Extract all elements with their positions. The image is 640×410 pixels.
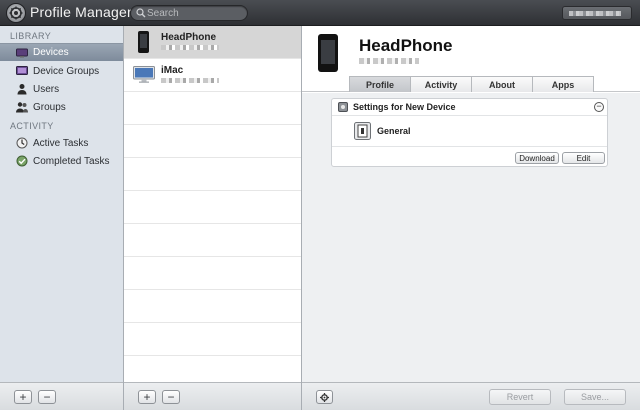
remove-button[interactable]: −: [38, 390, 56, 404]
account-menu-icon: [569, 11, 621, 16]
sidebar-item-label: Devices: [33, 47, 69, 58]
detail-footer: Revert Save...: [302, 382, 640, 410]
add-button[interactable]: +: [14, 390, 32, 404]
account-menu-button[interactable]: [562, 6, 632, 20]
settings-icon: [338, 102, 348, 112]
list-item-empty: [124, 323, 301, 356]
revert-button[interactable]: Revert: [489, 389, 551, 405]
device-name: iMac: [161, 65, 184, 76]
sidebar-item-label: Users: [33, 83, 60, 95]
device-detail-redacted: [161, 45, 219, 50]
sidebar-section-activity: ACTIVITY: [10, 121, 54, 131]
sidebar-item-active-tasks[interactable]: Active Tasks: [0, 134, 123, 152]
tab-bar: Profile Activity About Apps: [302, 76, 640, 92]
active-tasks-icon: [16, 137, 28, 149]
imac-icon: [133, 66, 155, 83]
completed-tasks-icon: [16, 155, 28, 167]
list-item-empty: [124, 92, 301, 125]
sidebar-footer: + −: [0, 382, 123, 410]
devices-icon: [16, 48, 28, 57]
device-detail: HeadPhone Profile Activity About Apps Se…: [302, 26, 640, 410]
device-detail-redacted: [359, 58, 419, 64]
settings-card-header: Settings for New Device −: [332, 99, 607, 116]
tab-apps[interactable]: Apps: [532, 76, 594, 92]
payload-general[interactable]: General: [332, 117, 607, 147]
profile-panel: Settings for New Device − General Downlo…: [302, 93, 640, 382]
list-item-empty: [124, 158, 301, 191]
profile-manager-logo-icon: [6, 3, 26, 23]
device-name: HeadPhone: [161, 32, 217, 43]
device-row-imac[interactable]: iMac: [124, 59, 301, 92]
sidebar-item-device-groups[interactable]: Device Groups: [0, 62, 123, 80]
iphone-icon: [138, 31, 149, 53]
payload-label: General: [377, 126, 411, 136]
groups-icon: [16, 102, 28, 113]
list-item-empty: [124, 290, 301, 323]
search-field[interactable]: [130, 5, 248, 21]
sidebar-item-devices[interactable]: Devices: [0, 43, 123, 61]
tab-about[interactable]: About: [471, 76, 533, 92]
list-item-empty: [124, 125, 301, 158]
add-device-button[interactable]: +: [138, 390, 156, 404]
gear-icon: [320, 392, 329, 402]
app-title: Profile Manager: [30, 4, 132, 20]
tab-profile[interactable]: Profile: [349, 76, 411, 92]
sidebar-item-groups[interactable]: Groups: [0, 98, 123, 116]
iphone-icon: [318, 34, 338, 72]
download-button[interactable]: Download: [515, 152, 559, 164]
sidebar: LIBRARY Devices Device Groups Users Grou…: [0, 26, 124, 410]
device-list-footer: + −: [124, 382, 301, 410]
sidebar-item-label: Completed Tasks: [33, 155, 110, 167]
list-item-empty: [124, 257, 301, 290]
search-input[interactable]: [147, 6, 243, 20]
device-list: HeadPhone iMac + −: [124, 26, 302, 410]
sidebar-item-label: Active Tasks: [33, 137, 89, 149]
sidebar-item-label: Device Groups: [33, 65, 100, 77]
collapse-button[interactable]: −: [594, 102, 604, 112]
sidebar-item-completed-tasks[interactable]: Completed Tasks: [0, 152, 123, 170]
list-item-empty: [124, 191, 301, 224]
device-detail-redacted: [161, 78, 219, 83]
settings-card: Settings for New Device − General Downlo…: [331, 98, 608, 167]
general-payload-icon: [354, 122, 371, 140]
search-icon: [136, 8, 146, 18]
remove-device-button[interactable]: −: [162, 390, 180, 404]
edit-button[interactable]: Edit: [562, 152, 605, 164]
sidebar-item-users[interactable]: Users: [0, 80, 123, 98]
detail-header: HeadPhone: [302, 26, 640, 82]
list-item-empty: [124, 224, 301, 257]
page-title: HeadPhone: [359, 36, 453, 55]
title-bar: Profile Manager: [0, 0, 640, 26]
tab-activity[interactable]: Activity: [410, 76, 472, 92]
device-row-headphone[interactable]: HeadPhone: [124, 26, 301, 59]
sidebar-section-library: LIBRARY: [10, 31, 52, 41]
action-menu-button[interactable]: [316, 390, 333, 404]
save-button[interactable]: Save...: [564, 389, 626, 405]
device-groups-icon: [16, 66, 28, 75]
settings-card-title: Settings for New Device: [353, 102, 456, 112]
user-icon: [17, 84, 27, 95]
sidebar-item-label: Groups: [33, 101, 66, 113]
